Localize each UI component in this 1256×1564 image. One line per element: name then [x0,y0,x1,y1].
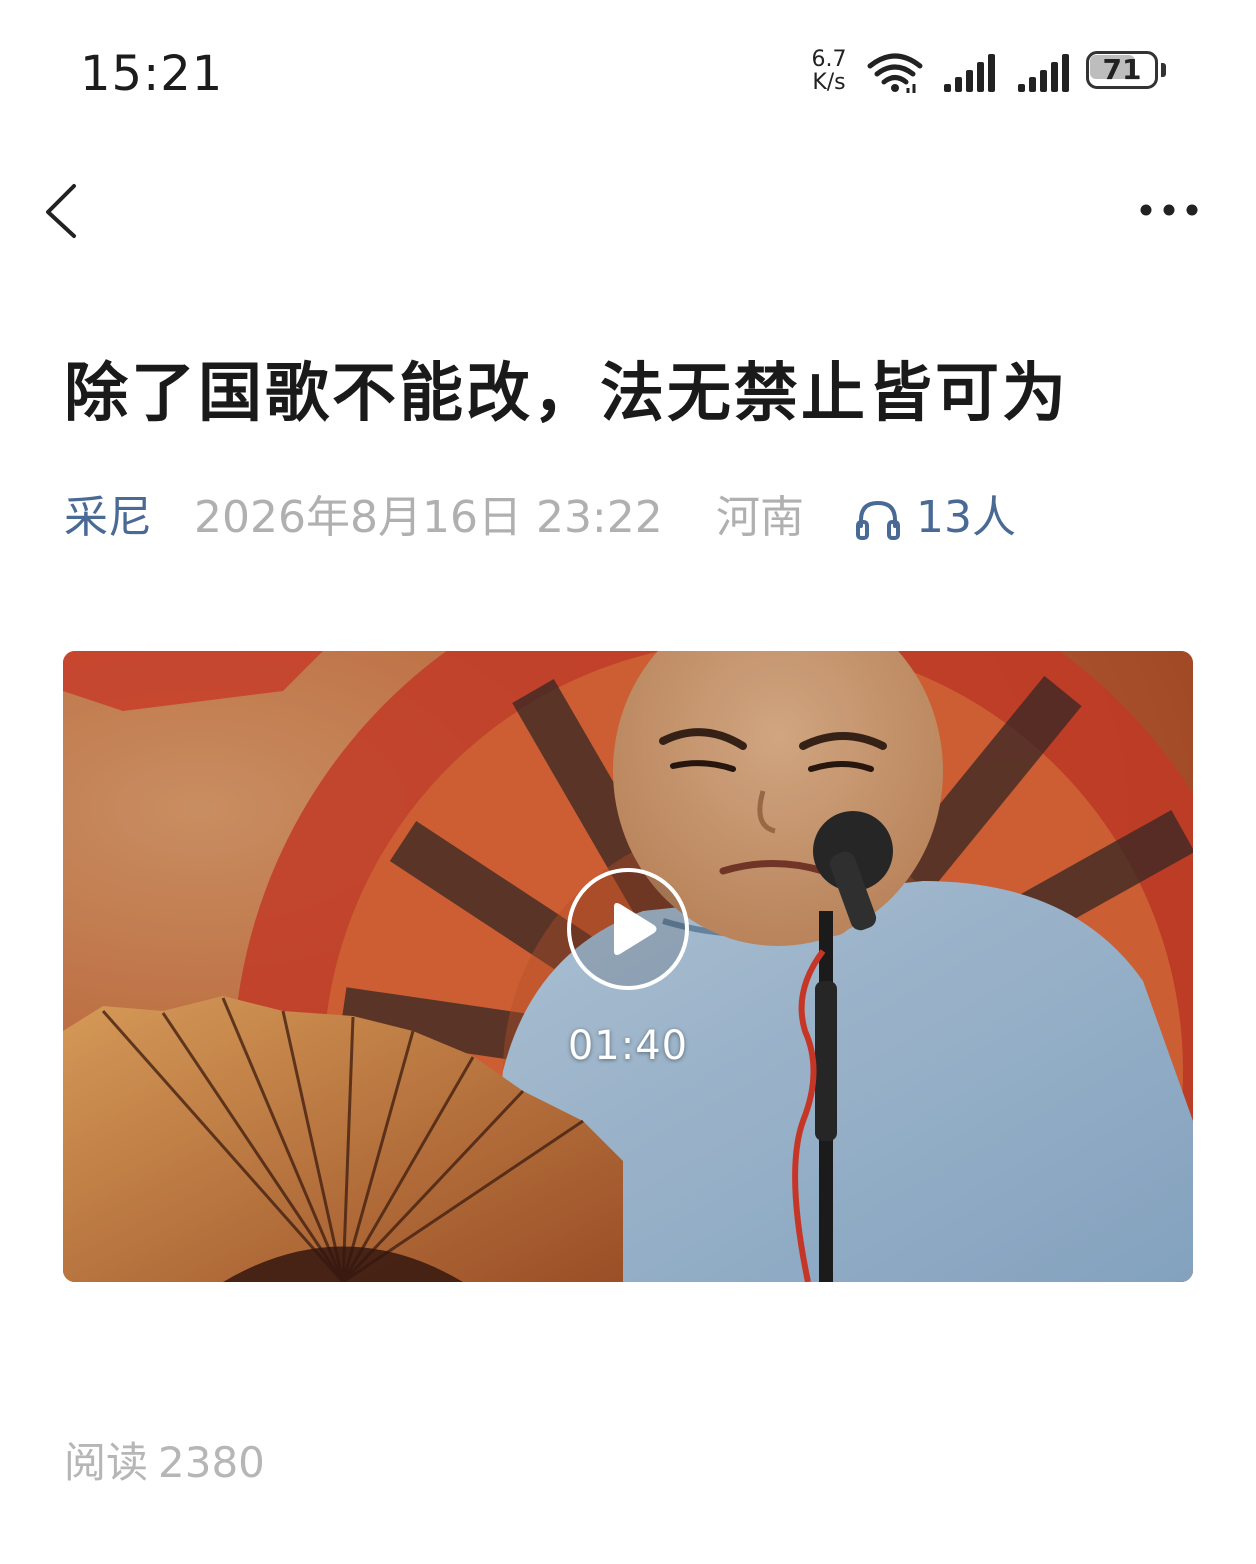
status-bar: 15:21 6.7 K/s 71 [0,0,1256,140]
signal-icon [944,54,995,92]
battery-cap [1161,63,1166,77]
wifi-icon [867,53,923,93]
network-speed-unit: K/s [812,70,846,95]
status-time: 15:21 [80,46,224,102]
battery-level: 71 [1102,53,1142,86]
read-count-value: 2380 [158,1438,265,1487]
listener-count: 13人 [916,492,1016,543]
network-speed: 6.7 K/s [806,48,852,94]
video-player[interactable]: 01:40 [63,651,1193,1282]
more-dots-icon[interactable] [1130,190,1208,230]
network-speed-value: 6.7 [811,47,847,72]
video-duration: 01:40 [567,1023,689,1069]
author-name[interactable]: 采尼 [64,490,152,546]
publish-datetime: 2026年8月16日 23:22 [194,492,663,543]
article-title: 除了国歌不能改，法无禁止皆可为 [64,357,1069,431]
play-icon[interactable] [564,865,692,993]
battery-icon: 71 [1086,51,1172,93]
publish-region: 河南 [716,492,804,543]
signal-icon [1018,54,1069,92]
chevron-left-icon[interactable] [34,180,90,242]
top-nav-bar [0,150,1256,270]
headphones-icon [856,500,900,540]
read-count: 阅读 2380 [64,1436,275,1490]
read-count-label: 阅读 [64,1438,149,1487]
